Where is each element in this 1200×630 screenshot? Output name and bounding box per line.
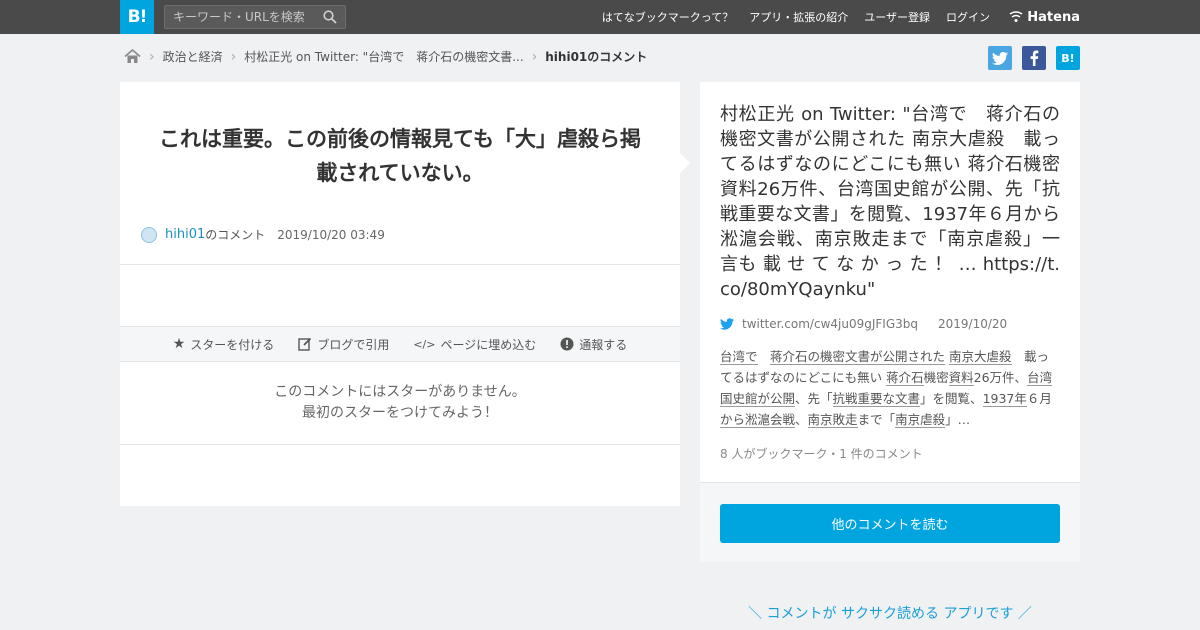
embed-button[interactable]: </> ページに埋め込む xyxy=(413,336,536,353)
app-promo-link[interactable]: ＼ コメントが サクサク読める アプリです ／ xyxy=(700,603,1080,623)
home-icon[interactable] xyxy=(124,49,141,64)
description-text: 、 xyxy=(795,412,808,427)
nav-apps[interactable]: アプリ・拡張の紹介 xyxy=(749,9,848,25)
embed-label: ページに埋め込む xyxy=(440,337,537,352)
search-box[interactable] xyxy=(164,5,346,29)
keyword-link[interactable]: 1937年 xyxy=(982,391,1027,407)
blog-quote-label: ブログで引用 xyxy=(317,337,390,352)
alert-icon xyxy=(560,337,574,351)
breadcrumb-entry[interactable]: 村松正光 on Twitter: "台湾で 蒋介石の機密文書... xyxy=(244,48,523,65)
chevron-right-icon: › xyxy=(531,48,538,65)
chevron-right-icon: › xyxy=(149,48,155,65)
description-text: まで「 xyxy=(857,412,896,427)
breadcrumb-bar: › 政治と経済 › 村松正光 on Twitter: "台湾で 蒋介石の機密文書… xyxy=(0,34,1200,82)
comment-meta: hihi01 のコメント 2019/10/20 03:49 xyxy=(141,226,385,243)
entry-footer: 他のコメントを読む xyxy=(700,482,1080,562)
share-buttons: B! xyxy=(988,46,1080,70)
edit-icon xyxy=(298,337,312,351)
no-stars-line2: 最初のスターをつけてみよう！ xyxy=(302,405,498,421)
avatar[interactable] xyxy=(141,226,157,243)
search-input[interactable] xyxy=(165,6,315,28)
keyword-link[interactable]: 蒋介石の機密文書が公開された xyxy=(770,349,946,365)
comment-card: これは重要。この前後の情報見ても「大」虐殺ら掲載されていない。 hihi01 の… xyxy=(120,82,680,506)
entry-source: twitter.com/cw4ju09gJFIG3bq 2019/10/20 xyxy=(720,317,1007,331)
hatebu-share-button[interactable]: B! xyxy=(1056,46,1080,70)
code-icon: </> xyxy=(413,337,436,351)
nav-about[interactable]: はてなブックマークって？ xyxy=(602,9,733,25)
read-other-comments-button[interactable]: 他のコメントを読む xyxy=(720,504,1060,543)
card-pointer xyxy=(680,153,690,173)
keyword-link[interactable]: 南京大虐殺 xyxy=(949,349,1012,365)
keyword-link[interactable]: 台湾で xyxy=(720,349,758,365)
top-bar: B! はてなブックマークって？ アプリ・拡張の紹介 ユーザー登録 ログイン Ha… xyxy=(0,0,1200,34)
facebook-share-button[interactable] xyxy=(1022,46,1046,70)
divider xyxy=(120,264,680,265)
description-text: 、先「 xyxy=(795,391,833,406)
comment-actions: ★ スターを付ける ブログで引用 </> ページに埋め込む 通報する xyxy=(120,326,680,362)
description-text: 機密 xyxy=(923,370,949,385)
nav-register[interactable]: ユーザー登録 xyxy=(864,9,930,25)
breadcrumb: › 政治と経済 › 村松正光 on Twitter: "台湾で 蒋介石の機密文書… xyxy=(124,48,647,65)
entry-source-domain[interactable]: twitter.com/cw4ju09gJFIG3bq xyxy=(742,317,918,331)
report-button[interactable]: 通報する xyxy=(560,336,627,353)
hatena-label: Hatena xyxy=(1027,9,1080,25)
description-text: ６月 xyxy=(1026,391,1052,406)
twitter-icon xyxy=(720,318,734,330)
bookmark-count[interactable]: 8 人がブックマーク・1 件のコメント xyxy=(720,445,923,462)
hatena-menu[interactable]: Hatena xyxy=(1009,0,1080,34)
divider xyxy=(120,444,680,445)
keyword-link[interactable]: 抗戦重要な文書 xyxy=(832,391,921,407)
header-nav: はてなブックマークって？ アプリ・拡張の紹介 ユーザー登録 ログイン xyxy=(602,0,990,34)
keyword-link[interactable]: 南京敗走 xyxy=(807,412,858,428)
no-stars-line1: このコメントにはスターがありません。 xyxy=(274,384,526,400)
description-text: 」… xyxy=(945,412,971,427)
add-star-label: スターを付ける xyxy=(190,337,275,352)
keyword-link[interactable]: 蒋介石 xyxy=(886,370,924,386)
keyword-link[interactable]: 資料 xyxy=(948,370,974,386)
twitter-share-button[interactable] xyxy=(988,46,1012,70)
description-text: 26万件、 xyxy=(973,370,1028,385)
keyword-link[interactable]: 南京虐殺 xyxy=(895,412,946,428)
star-icon: ★ xyxy=(172,336,186,352)
keyword-link[interactable]: から xyxy=(720,412,746,428)
entry-description: 台湾で 蒋介石の機密文書が公開された 南京大虐殺 載ってるはずなのにどこにも無い… xyxy=(720,346,1060,430)
comment-user[interactable]: hihi01 xyxy=(165,227,205,242)
chevron-right-icon: › xyxy=(230,48,237,65)
comment-date[interactable]: 2019/10/20 03:49 xyxy=(277,228,385,242)
hatena-icon xyxy=(1009,11,1023,22)
add-star-button[interactable]: ★ スターを付ける xyxy=(173,336,275,353)
search-icon[interactable] xyxy=(323,10,337,24)
entry-title[interactable]: 村松正光 on Twitter: "台湾で 蒋介石の機密文書が公開された 南京大… xyxy=(700,82,1080,302)
comment-text: これは重要。この前後の情報見ても「大」虐殺ら掲載されていない。 xyxy=(159,127,641,185)
report-label: 通報する xyxy=(579,337,628,352)
comment-user-suffix: のコメント xyxy=(205,228,266,242)
blog-quote-button[interactable]: ブログで引用 xyxy=(298,336,389,353)
entry-date: 2019/10/20 xyxy=(938,317,1008,331)
description-text: 」を閲覧、 xyxy=(920,391,983,406)
description-text xyxy=(758,349,771,364)
entry-card: 村松正光 on Twitter: "台湾で 蒋介石の機密文書が公開された 南京大… xyxy=(700,82,1080,562)
keyword-link[interactable]: 淞滬会戦 xyxy=(745,412,796,428)
nav-login[interactable]: ログイン xyxy=(946,9,990,25)
breadcrumb-category[interactable]: 政治と経済 xyxy=(163,48,223,65)
hatebu-logo[interactable]: B! xyxy=(120,0,154,34)
no-stars-message: このコメントにはスターがありません。 最初のスターをつけてみよう！ xyxy=(120,382,680,424)
twitter-icon xyxy=(992,51,1008,65)
facebook-icon xyxy=(1030,50,1039,66)
breadcrumb-current: hihi01のコメント xyxy=(545,50,648,64)
